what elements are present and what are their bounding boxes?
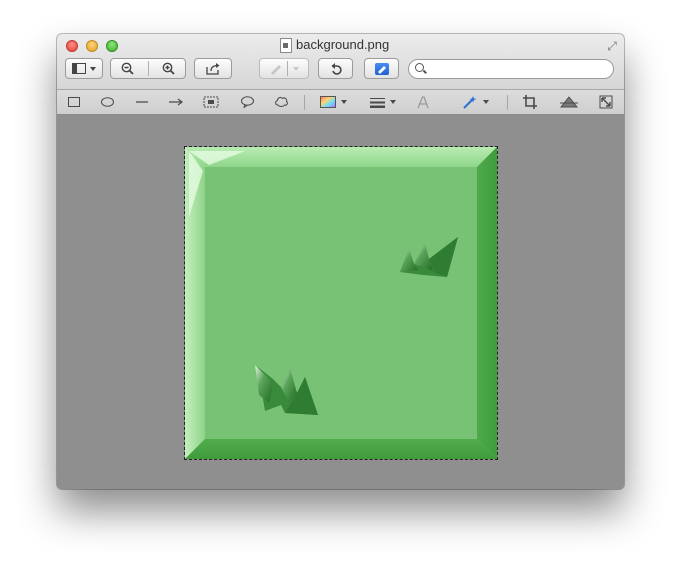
instant-alpha-tool[interactable] (460, 94, 492, 110)
line-style-picker[interactable] (368, 94, 398, 110)
font-tool[interactable] (416, 94, 430, 110)
text-box-icon (203, 96, 219, 108)
sidebar-icon (71, 63, 86, 74)
zoom-divider (147, 61, 149, 76)
chevron-down-icon (89, 66, 96, 71)
zoom-window-button[interactable] (106, 40, 118, 52)
markup-separator (304, 95, 305, 110)
adjust-size-tool[interactable] (598, 94, 614, 110)
search-field[interactable] (408, 59, 614, 79)
tile-face (185, 147, 497, 459)
share-icon (205, 63, 219, 75)
crop-tool[interactable] (522, 94, 538, 110)
grass-tile-image (185, 147, 497, 459)
image-canvas (57, 115, 624, 489)
preview-window: background.png ⤢ (57, 34, 624, 489)
tile-top-bevel (185, 147, 497, 167)
pen-icon (270, 64, 281, 75)
thought-bubble-tool[interactable] (274, 94, 288, 110)
annotate-menu-button[interactable] (259, 58, 309, 79)
zoom-in-button[interactable] (153, 62, 185, 75)
window-title: background.png (296, 37, 390, 52)
markup-toolbar-button[interactable] (364, 58, 399, 79)
chevron-down-icon (341, 100, 347, 104)
search-icon (415, 63, 424, 72)
annotate-divider (286, 61, 288, 76)
line-width-icon (369, 97, 385, 108)
chevron-down-icon (389, 100, 396, 104)
line-icon (136, 101, 148, 103)
image-selection[interactable] (184, 146, 498, 460)
cloud-icon (274, 96, 288, 107)
arrow-icon (169, 98, 183, 106)
markup-icon (374, 62, 389, 75)
sidebar-view-button[interactable] (65, 58, 103, 79)
markup-separator (507, 95, 508, 110)
document-icon (280, 38, 292, 53)
arrow-tool[interactable] (168, 94, 184, 110)
oval-tool[interactable] (100, 94, 114, 110)
zoom-control (110, 58, 186, 79)
chevron-down-icon (483, 100, 489, 104)
font-icon (417, 95, 429, 108)
tile-right-bevel (477, 147, 497, 459)
markup-toolbar (57, 90, 624, 115)
zoom-out-icon (121, 62, 134, 75)
chevron-down-icon (292, 66, 299, 71)
color-picker[interactable] (318, 94, 350, 110)
rectangle-tool[interactable] (67, 94, 81, 110)
line-tool[interactable] (135, 94, 149, 110)
prism-icon (560, 96, 578, 108)
rotate-button[interactable] (318, 58, 353, 79)
zoom-out-button[interactable] (112, 62, 144, 75)
magic-wand-icon (463, 96, 477, 109)
crop-icon (522, 95, 537, 109)
rectangle-icon (68, 97, 80, 107)
text-box-tool[interactable] (203, 94, 219, 110)
zoom-in-icon (162, 62, 175, 75)
minimize-window-button[interactable] (86, 40, 98, 52)
resize-icon (599, 95, 613, 109)
share-button[interactable] (194, 58, 232, 79)
tile-bottom-bevel (185, 439, 497, 459)
rotate-left-icon (331, 62, 342, 75)
search-input[interactable] (429, 61, 613, 79)
color-swatch-icon (320, 96, 336, 108)
fullscreen-icon[interactable]: ⤢ (605, 39, 619, 53)
close-window-button[interactable] (66, 40, 78, 52)
title-bar: background.png ⤢ (57, 34, 624, 90)
oval-icon (100, 97, 114, 107)
adjust-color-tool[interactable] (559, 94, 579, 110)
speech-bubble-icon (240, 96, 254, 108)
speech-bubble-tool[interactable] (240, 94, 254, 110)
